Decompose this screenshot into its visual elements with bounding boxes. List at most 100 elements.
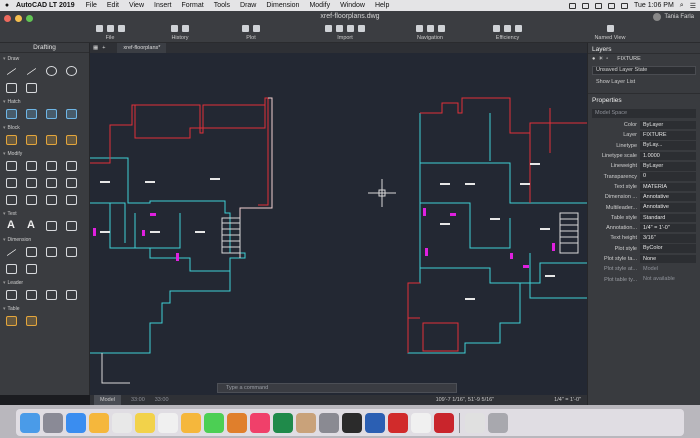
- property-row[interactable]: Annotation... 1/4" = 1'-0": [588, 223, 700, 233]
- ribbon-import[interactable]: Import: [315, 23, 375, 43]
- extend-tool[interactable]: [63, 176, 80, 190]
- polygon-tool[interactable]: [23, 81, 40, 95]
- add-leader-tool[interactable]: [23, 288, 40, 302]
- mirror-tool[interactable]: [3, 176, 20, 190]
- circle-tool[interactable]: [43, 64, 60, 78]
- dock-trash-icon[interactable]: [488, 412, 508, 433]
- menu-tools[interactable]: Tools: [214, 2, 230, 9]
- write-block-tool[interactable]: [63, 133, 80, 147]
- property-value[interactable]: 3/16": [640, 234, 696, 243]
- dock-calendar-icon[interactable]: [112, 412, 132, 433]
- tab-layout1[interactable]: 33:00: [131, 397, 145, 403]
- hatch-tool[interactable]: [3, 107, 20, 121]
- dock-preview-icon[interactable]: [465, 412, 485, 433]
- ribbon-history[interactable]: History: [165, 23, 195, 43]
- tab-model[interactable]: Model: [94, 395, 121, 405]
- property-row[interactable]: Text style MATERIA: [588, 182, 700, 192]
- publish-icon[interactable]: [253, 24, 260, 32]
- diameter-dim-tool[interactable]: [3, 262, 20, 276]
- layer-lock-icon[interactable]: ▫: [606, 56, 608, 62]
- property-row[interactable]: Table style Standard: [588, 213, 700, 223]
- gradient-tool[interactable]: [43, 107, 60, 121]
- property-value[interactable]: ByLayer: [640, 120, 696, 130]
- section-header[interactable]: Leader: [0, 279, 89, 287]
- copy-tool[interactable]: [23, 159, 40, 173]
- section-header[interactable]: Text: [0, 210, 89, 218]
- grid-icon[interactable]: ▦: [93, 45, 98, 51]
- dock-finder-icon[interactable]: [20, 412, 40, 433]
- scale-tool[interactable]: [23, 176, 40, 190]
- plot-icon[interactable]: [242, 24, 249, 32]
- import-icon[interactable]: [325, 24, 332, 32]
- find-text-tool[interactable]: [63, 219, 80, 233]
- align-leader-tool[interactable]: [63, 288, 80, 302]
- property-row[interactable]: Multileader... Annotative: [588, 202, 700, 212]
- command-line[interactable]: Type a command: [217, 383, 457, 393]
- property-value[interactable]: Annotative: [640, 192, 696, 202]
- menu-help[interactable]: Help: [375, 2, 389, 9]
- layer-visible-icon[interactable]: ●: [592, 56, 595, 62]
- text-tool[interactable]: A: [23, 219, 40, 233]
- ribbon-named-view[interactable]: Named View: [590, 23, 630, 43]
- stretch-tool[interactable]: [43, 159, 60, 173]
- property-value[interactable]: ByLay...: [640, 141, 696, 150]
- edit-block-tool[interactable]: [43, 133, 60, 147]
- property-value[interactable]: 1.0000: [640, 151, 696, 161]
- orbit-icon[interactable]: [437, 24, 445, 32]
- quick-select-icon[interactable]: [493, 24, 500, 32]
- dock-music-icon[interactable]: [250, 412, 270, 433]
- menu-list-icon[interactable]: ☰: [690, 2, 696, 10]
- dock-excel-icon[interactable]: [273, 412, 293, 433]
- property-row[interactable]: Layer FIXTURE: [588, 130, 700, 140]
- section-header[interactable]: Dimension: [0, 236, 89, 244]
- rotate-tool[interactable]: [63, 159, 80, 173]
- property-value[interactable]: FIXTURE: [640, 131, 696, 140]
- property-value[interactable]: ByColor: [640, 244, 696, 253]
- property-value[interactable]: ByLayer: [640, 162, 696, 171]
- dock-word-icon[interactable]: [365, 412, 385, 433]
- clock[interactable]: Tue 1:06 PM: [634, 2, 674, 9]
- show-layer-list-toggle[interactable]: Show Layer List: [588, 77, 700, 87]
- apple-icon[interactable]: ●: [2, 2, 12, 9]
- menu-view[interactable]: View: [129, 2, 144, 9]
- app-menu[interactable]: AutoCAD LT 2019: [16, 2, 75, 9]
- annotation-scale[interactable]: 1/4" = 1'-0": [554, 397, 581, 403]
- property-value[interactable]: Model: [640, 265, 696, 274]
- property-row[interactable]: Color ByLayer: [588, 120, 700, 130]
- dropbox-icon[interactable]: [568, 2, 576, 9]
- dock-acrobat-icon[interactable]: [388, 412, 408, 433]
- ribbon-plot[interactable]: Plot: [236, 23, 266, 43]
- property-value[interactable]: 1/4" = 1'-0": [640, 223, 696, 233]
- linear-dim-tool[interactable]: [3, 245, 20, 259]
- property-row[interactable]: Transparency 0: [588, 171, 700, 181]
- boundary-tool[interactable]: [63, 107, 80, 121]
- open-file-icon[interactable]: [106, 24, 114, 32]
- hatch-solid-tool[interactable]: [23, 107, 40, 121]
- command-input[interactable]: Type a command: [226, 385, 268, 391]
- section-header[interactable]: Hatch: [0, 98, 89, 106]
- match-properties-icon[interactable]: [504, 24, 511, 32]
- aligned-dim-tool[interactable]: [23, 245, 40, 259]
- wifi-icon[interactable]: [594, 2, 602, 9]
- dock-messages-icon[interactable]: [204, 412, 224, 433]
- radius-dim-tool[interactable]: [63, 245, 80, 259]
- baseline-tool[interactable]: [23, 262, 40, 276]
- menu-modify[interactable]: Modify: [309, 2, 330, 9]
- new-file-icon[interactable]: [95, 24, 103, 32]
- measure-icon[interactable]: [515, 24, 522, 32]
- drawing-canvas[interactable]: [90, 53, 587, 395]
- battery-icon[interactable]: [620, 2, 628, 9]
- section-header[interactable]: Block: [0, 124, 89, 132]
- menu-insert[interactable]: Insert: [154, 2, 172, 9]
- menu-dimension[interactable]: Dimension: [266, 2, 299, 9]
- add-tab-icon[interactable]: +: [102, 45, 105, 51]
- current-layer-row[interactable]: ● ☀ ▫ FIXTURE: [588, 54, 700, 64]
- property-value[interactable]: Not available: [640, 275, 696, 284]
- property-value[interactable]: Standard: [640, 213, 696, 223]
- erase-tool[interactable]: [63, 193, 80, 207]
- property-row[interactable]: Plot style ta... None: [588, 254, 700, 264]
- save-icon[interactable]: [117, 24, 125, 32]
- property-row[interactable]: Text height 3/16": [588, 233, 700, 243]
- dock-photos-icon[interactable]: [181, 412, 201, 433]
- property-row[interactable]: Lineweight ByLayer: [588, 161, 700, 171]
